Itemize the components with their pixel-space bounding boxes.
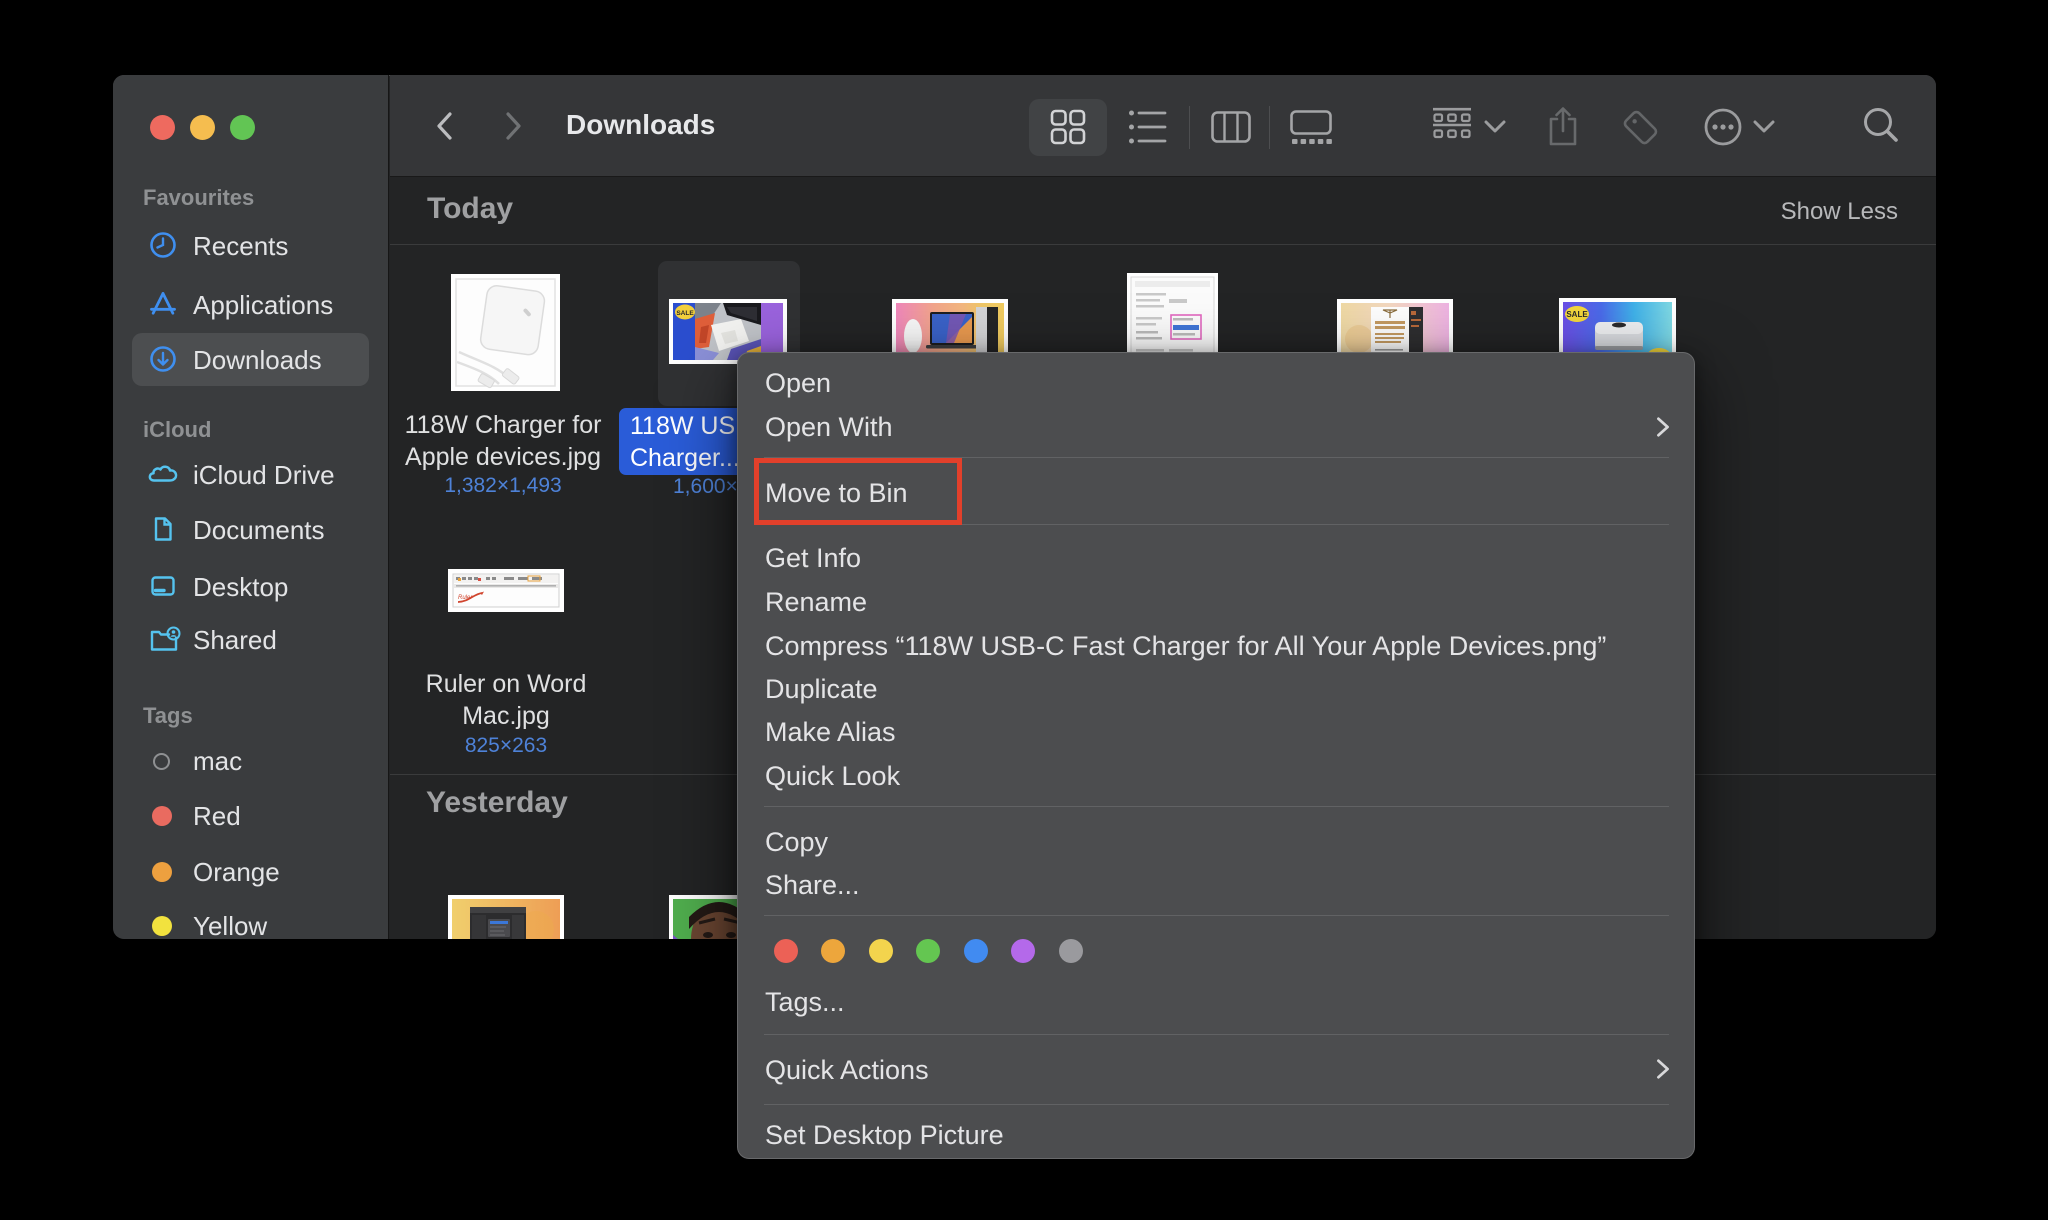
svg-text:SALE: SALE [1566, 310, 1588, 319]
svg-text:SALE: SALE [676, 310, 694, 317]
svg-text:Ruler: Ruler [458, 595, 473, 601]
